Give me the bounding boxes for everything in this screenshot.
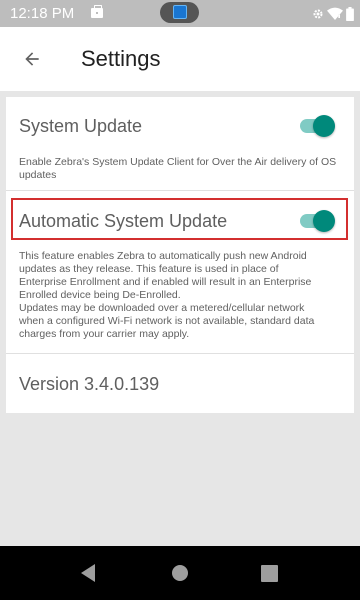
toggle-thumb [313,210,335,232]
system-update-title: System Update [19,116,143,136]
automatic-update-title: Automatic System Update [19,211,228,231]
summary-line: updates as they release. This feature is… [19,263,279,275]
nav-back-button[interactable] [78,563,98,583]
summary-line: This feature enables Zebra to automatica… [19,250,307,262]
summary-line: Enrolled device being De-Enrolled. [19,289,181,301]
version-label: Version 3.4.0.139 [19,374,160,394]
app-square-icon [173,5,187,19]
app-toolbar: Settings [0,27,360,91]
divider [6,190,354,191]
divider [6,353,354,354]
wifi-icon [327,7,343,20]
battery-icon [346,6,354,21]
briefcase-icon [91,5,103,18]
status-time: 12:18 PM [10,5,75,22]
nav-back-icon [81,564,95,582]
status-icons [312,4,354,23]
navigation-bar [0,546,360,600]
page-title: Settings [81,46,161,71]
status-bar: 12:18 PM [0,0,360,27]
automatic-update-summary: This feature enables Zebra to automatica… [19,250,341,341]
nav-home-button[interactable] [170,563,190,583]
arrow-back-icon [25,52,39,66]
summary-line: when a configured Wi-Fi network is not a… [19,315,315,327]
system-update-toggle[interactable] [298,114,336,138]
settings-gear-icon [313,9,323,18]
back-button[interactable] [14,41,50,77]
screen-app-icon [160,2,199,23]
summary-line: Updates may be downloaded over a metered… [19,302,305,314]
nav-home-icon [172,565,188,581]
summary-line: Enterprise Enrollment and if enabled wil… [19,276,312,288]
nav-recents-button[interactable] [259,563,279,583]
nav-recents-icon [260,564,278,582]
summary-line: charges from your carrier may apply. [19,328,190,340]
toggle-thumb [313,115,335,137]
automatic-update-toggle[interactable] [298,209,336,233]
system-update-summary: Enable Zebra's System Update Client for … [19,156,337,181]
settings-card: System Update Enable Zebra's System Upda… [6,97,354,413]
